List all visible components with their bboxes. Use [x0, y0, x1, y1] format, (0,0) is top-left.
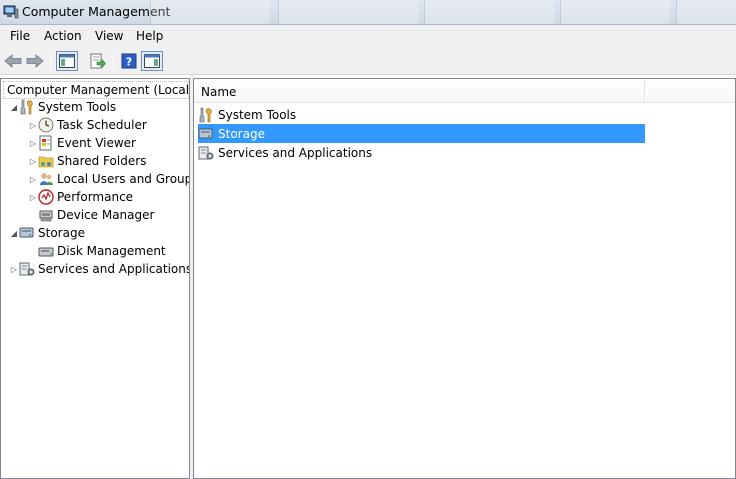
tree-item-performance[interactable]: ▷ Performance: [28, 188, 133, 206]
shared-folder-icon: [38, 156, 54, 168]
tree-item-event-viewer[interactable]: ▷ Event Viewer: [28, 134, 136, 152]
list-item-system-tools[interactable]: System Tools: [198, 105, 645, 124]
forward-arrow-icon: [26, 54, 44, 68]
menu-bar: File Action View Help: [0, 25, 736, 47]
column-header-empty: [646, 79, 735, 103]
tree-item-task-scheduler[interactable]: ▷ Task Scheduler: [28, 116, 147, 134]
disk-icon: [38, 247, 54, 257]
show-action-pane-icon: [144, 54, 160, 68]
tree-item-label: Event Viewer: [57, 136, 136, 150]
title-bar: Computer Management: [0, 0, 736, 25]
window-title: Computer Management: [22, 4, 171, 19]
background-tab: [560, 0, 670, 24]
users-icon: [40, 173, 53, 185]
collapsed-triangle-icon[interactable]: ▷: [28, 121, 38, 130]
export-list-icon: [90, 53, 106, 69]
tree-item-label: Local Users and Groups: [57, 172, 190, 186]
collapsed-triangle-icon[interactable]: ▷: [28, 139, 38, 148]
results-pane[interactable]: Name System Tools Storage Services and App…: [193, 78, 736, 479]
menu-help[interactable]: Help: [136, 29, 163, 43]
device-manager-icon: [39, 210, 53, 222]
tree-item-label: Storage: [38, 226, 85, 240]
tree-item-label: System Tools: [38, 100, 117, 114]
tree-item-disk-management[interactable]: Disk Management: [28, 242, 166, 260]
list-item-label: System Tools: [218, 107, 297, 122]
back-arrow-icon: [4, 54, 22, 68]
tree-root-label: Computer Management (Local: [7, 83, 190, 97]
collapsed-triangle-icon[interactable]: ▷: [28, 175, 38, 184]
tools-icon: [20, 99, 33, 115]
svg-text:?: ?: [126, 56, 132, 69]
collapsed-triangle-icon[interactable]: ▷: [28, 157, 38, 166]
list-item-services-and-applications[interactable]: Services and Applications: [198, 143, 645, 162]
tree-item-system-tools[interactable]: ◢ System Tools: [9, 98, 116, 116]
toolbar-separator: [50, 52, 51, 70]
storage-icon: [19, 227, 34, 238]
list-item-label: Services and Applications: [218, 145, 373, 160]
tree-item-label: Disk Management: [57, 244, 166, 258]
event-log-icon: [39, 135, 52, 151]
tree-item-label: Device Manager: [57, 208, 155, 222]
forward-button[interactable]: [24, 51, 46, 71]
menu-view[interactable]: View: [95, 29, 123, 43]
background-tab: [150, 0, 270, 24]
toolbar-separator: [113, 52, 114, 70]
show-hide-action-pane-button[interactable]: [141, 51, 163, 71]
tree-root-computer-management[interactable]: Computer Management (Local: [3, 81, 189, 99]
show-hide-console-tree-button[interactable]: [56, 51, 78, 71]
console-tree[interactable]: Computer Management (Local ◢ System Tools…: [0, 78, 190, 479]
tree-item-label: Performance: [57, 190, 134, 204]
expanded-triangle-icon[interactable]: ◢: [9, 229, 19, 238]
column-header-name[interactable]: Name: [194, 79, 645, 103]
background-tab: [424, 0, 554, 24]
back-button[interactable]: [2, 51, 24, 71]
list-item-storage[interactable]: Storage: [198, 124, 645, 143]
services-icon: [198, 146, 214, 159]
storage-icon: [198, 128, 213, 138]
tree-item-shared-folders[interactable]: ▷ Shared Folders: [28, 152, 146, 170]
collapsed-triangle-icon[interactable]: ▷: [28, 193, 38, 202]
collapsed-triangle-icon[interactable]: ▷: [9, 265, 19, 274]
help-button[interactable]: ?: [118, 51, 140, 71]
tools-icon: [199, 107, 212, 122]
tree-item-label: Shared Folders: [57, 154, 147, 168]
tree-item-local-users-and-groups[interactable]: ▷ Local Users and Groups: [28, 170, 190, 188]
column-header-label: Name: [201, 85, 237, 99]
tree-item-device-manager[interactable]: Device Manager: [28, 206, 154, 224]
expanded-triangle-icon[interactable]: ◢: [9, 103, 19, 112]
background-tab: [676, 0, 736, 24]
services-icon: [19, 262, 35, 276]
menu-action[interactable]: Action: [44, 29, 82, 43]
tree-item-label: Services and Applications: [38, 262, 190, 276]
menu-file[interactable]: File: [10, 29, 30, 43]
toolbar: ?: [0, 47, 736, 75]
export-list-button[interactable]: [87, 51, 109, 71]
list-item-label: Storage: [218, 126, 265, 141]
performance-icon: [38, 189, 54, 205]
background-tab: [278, 0, 418, 24]
tree-item-storage[interactable]: ◢ Storage: [9, 224, 85, 242]
show-console-tree-icon: [59, 54, 75, 68]
clock-icon: [38, 117, 54, 133]
tree-item-services-and-applications[interactable]: ▷ Services and Applications: [9, 260, 190, 278]
tree-item-label: Task Scheduler: [57, 118, 147, 132]
help-icon: ?: [121, 53, 137, 69]
computer-management-icon: [3, 5, 19, 19]
